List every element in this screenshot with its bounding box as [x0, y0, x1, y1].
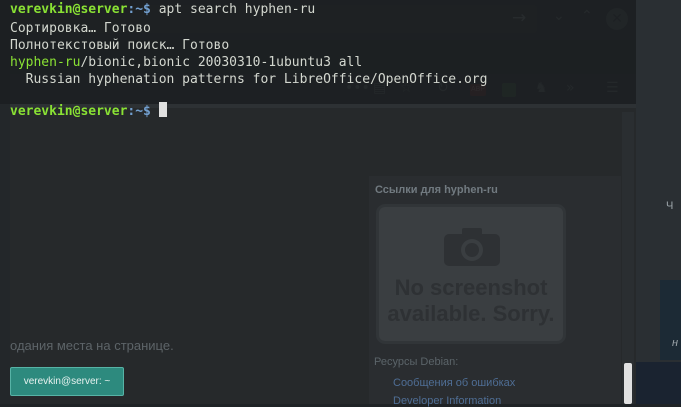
prompt-path-2: :~$ [127, 104, 159, 119]
wallpaper-fragment [636, 362, 681, 404]
no-screenshot-line-2: available. Sorry. [387, 301, 555, 326]
package-info: /bionic,bionic 20030310-1ubuntu3 all [80, 55, 363, 70]
background-text-1: Ч [666, 200, 674, 212]
terminal-window[interactable]: verevkin@server:~$ apt search hyphen-ru … [0, 0, 636, 104]
command-text: apt search hyphen-ru [150, 2, 316, 17]
prompt-user-2: verevkin@server [10, 104, 128, 119]
package-name: hyphen-ru [10, 55, 81, 70]
developer-info-link[interactable]: Developer Information [393, 395, 501, 407]
terminal-prompt-line[interactable]: verevkin@server:~$ [10, 102, 167, 121]
taskbar-terminal-button[interactable]: verevkin@server: ~ [10, 367, 124, 396]
page-scrollbar[interactable] [622, 112, 634, 404]
background-text-2: н [672, 337, 679, 349]
bug-reports-link[interactable]: Сообщения об ошибках [393, 377, 515, 389]
prompt-path: :~$ [127, 2, 151, 17]
screenshot-placeholder[interactable]: No screenshot available. Sorry. [376, 204, 566, 344]
no-screenshot-line-1: No screenshot [394, 275, 548, 300]
resources-heading: Ресурсы Debian: [374, 356, 459, 368]
no-screenshot-text: No screenshot available. Sorry. [379, 275, 563, 327]
camera-icon [444, 228, 500, 266]
output-description: Russian hyphenation patterns for LibreOf… [10, 72, 488, 87]
page-text-fragment: одания места на странице. [10, 338, 174, 353]
sidebar-title: Ссылки для hyphen-ru [375, 184, 498, 196]
desktop-background: Ч н [636, 0, 681, 404]
terminal-command-line: verevkin@server:~$ apt search hyphen-ru [10, 0, 315, 19]
page-scrollbar-thumb[interactable] [624, 363, 632, 404]
terminal-cursor [158, 102, 167, 117]
prompt-user: verevkin@server [10, 2, 128, 17]
